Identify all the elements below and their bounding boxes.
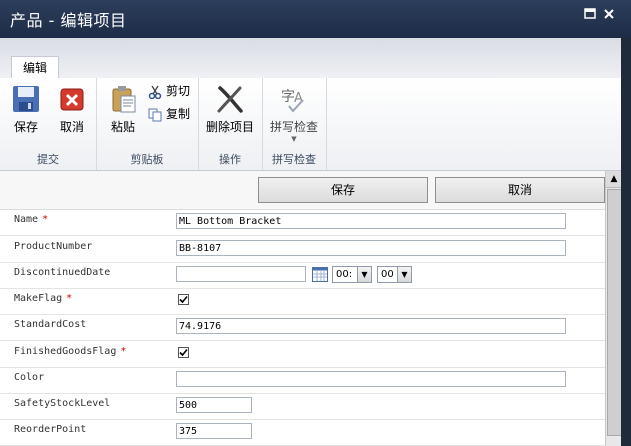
ribbon-paste-button[interactable]: 粘贴 <box>103 84 143 135</box>
color-input[interactable] <box>176 371 566 387</box>
field-label: ReorderPoint <box>14 424 87 435</box>
maximize-icon[interactable] <box>584 8 596 20</box>
field-row-product-number: ProductNumber BB-8107 <box>0 236 605 263</box>
ribbon-copy-label: 复制 <box>166 107 191 121</box>
save-icon <box>11 84 41 114</box>
field-label: FinishedGoodsFlag * <box>14 346 127 357</box>
field-label: StandardCost <box>14 319 87 330</box>
ribbon-cancel-label: 取消 <box>59 120 84 134</box>
cancel-icon <box>57 84 87 114</box>
safety-stock-level-input[interactable]: 500 <box>176 397 252 413</box>
ribbon-save-label: 保存 <box>13 120 38 134</box>
ribbon-save-button[interactable]: 保存 <box>6 84 46 135</box>
copy-icon <box>148 108 162 122</box>
ribbon-group-actions-name: 操作 <box>219 153 241 166</box>
form-button-row: 保存 取消 <box>0 171 605 210</box>
ribbon-paste-label: 粘贴 <box>110 120 135 134</box>
field-label: SafetyStockLevel <box>14 398 111 409</box>
ribbon: 保存 取消 提交 粘贴 剪切 复制 剪贴板 删除项目 操作 字 A 拼写检查 ▼… <box>0 78 631 171</box>
ribbon-group-clipboard-name: 剪贴板 <box>130 153 164 166</box>
delete-icon <box>215 84 245 114</box>
ribbon-tabs: 编辑 <box>0 38 631 79</box>
minute-select[interactable]: 00 ▼ <box>377 266 412 283</box>
field-row-safety-stock-level: SafetyStockLevel 500 <box>0 393 605 420</box>
field-label: Color <box>14 372 45 383</box>
ribbon-group-clipboard: 粘贴 剪切 复制 剪贴板 <box>96 78 199 170</box>
ribbon-group-actions: 删除项目 操作 <box>198 78 263 170</box>
scrollbar-thumb[interactable] <box>607 189 622 436</box>
field-row-finished-goods-flag: FinishedGoodsFlag * <box>0 341 605 368</box>
hour-select[interactable]: 00: ▼ <box>332 266 372 283</box>
reorder-point-input[interactable]: 375 <box>176 423 252 439</box>
spellcheck-icon: 字A <box>279 84 309 114</box>
chevron-down-icon: ▼ <box>397 267 411 282</box>
ribbon-group-submit-name: 提交 <box>37 153 59 166</box>
field-label: Name * <box>14 214 49 225</box>
product-number-input[interactable]: BB-8107 <box>176 240 566 256</box>
paste-icon <box>108 84 138 114</box>
field-row-make-flag: MakeFlag * <box>0 288 605 315</box>
finished-goods-flag-checkbox[interactable] <box>178 347 189 358</box>
ribbon-delete-button[interactable]: 删除项目 <box>202 84 258 135</box>
ribbon-spellcheck-button[interactable]: 字A 拼写检查 ▼ <box>266 84 322 143</box>
ribbon-cut-button[interactable]: 剪切 <box>148 82 190 100</box>
ribbon-group-spelling-name: 拼写检查 <box>272 153 316 166</box>
form-save-button[interactable]: 保存 <box>258 177 428 203</box>
field-row-standard-cost: StandardCost 74.9176 <box>0 314 605 341</box>
dialog-title: 产品 - 编辑项目 <box>10 11 127 30</box>
field-row-name: Name * ML Bottom Bracket <box>0 209 605 236</box>
field-row-discontinued-date: DiscontinuedDate 00: ▼ 00 ▼ <box>0 262 605 289</box>
ribbon-cut-label: 剪切 <box>166 84 191 98</box>
standard-cost-input[interactable]: 74.9176 <box>176 318 566 334</box>
calendar-icon[interactable] <box>312 267 328 282</box>
field-row-color: Color <box>0 367 605 394</box>
ribbon-cancel-button[interactable]: 取消 <box>52 84 92 135</box>
field-label: MakeFlag * <box>14 293 73 304</box>
scroll-up-icon[interactable]: ▲ <box>606 171 622 188</box>
tab-edit[interactable]: 编辑 <box>11 56 59 79</box>
chevron-down-icon[interactable]: ▼ <box>266 135 322 143</box>
background-edge <box>621 38 631 446</box>
field-label: DiscontinuedDate <box>14 267 111 278</box>
svg-text:字: 字 <box>281 89 295 105</box>
form-cancel-button[interactable]: 取消 <box>435 177 605 203</box>
ribbon-copy-button[interactable]: 复制 <box>148 105 190 123</box>
ribbon-delete-label: 删除项目 <box>205 120 254 134</box>
ribbon-spellcheck-label: 拼写检查 <box>269 120 318 134</box>
close-icon[interactable] <box>603 8 615 20</box>
dialog-titlebar: 产品 - 编辑项目 <box>0 0 631 38</box>
chevron-down-icon: ▼ <box>357 267 371 282</box>
ribbon-group-submit: 保存 取消 提交 <box>0 78 97 170</box>
form-scrollbar[interactable]: ▲ <box>605 171 622 446</box>
field-row-reorder-point: ReorderPoint 375 <box>0 419 605 446</box>
make-flag-checkbox[interactable] <box>178 294 189 305</box>
name-input[interactable]: ML Bottom Bracket <box>176 213 566 229</box>
edit-form: 保存 取消 Name * ML Bottom Bracket ProductNum… <box>0 171 605 446</box>
ribbon-group-spelling: 字A 拼写检查 ▼ 拼写检查 <box>262 78 327 170</box>
scissors-icon <box>148 85 162 99</box>
discontinued-date-input[interactable] <box>176 266 306 282</box>
field-label: ProductNumber <box>14 241 93 252</box>
